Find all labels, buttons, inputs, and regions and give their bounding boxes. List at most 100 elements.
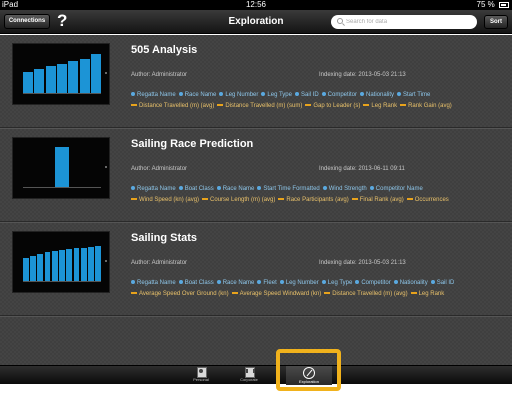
measure-chip: Distance Travelled (m) (avg) — [131, 103, 214, 109]
dataset-row-sailing-stats[interactable]: Sailing Stats Author: Administrator Inde… — [0, 223, 512, 316]
battery-percent: 75 % — [476, 0, 495, 9]
thumbnail-bar — [95, 245, 101, 282]
thumbnail-bar — [57, 63, 67, 94]
thumbnail-bar — [44, 251, 51, 282]
dataset-row-sailing-race-prediction[interactable]: Sailing Race Prediction Author: Administ… — [0, 129, 512, 222]
dimension-chip: Race Name — [217, 280, 255, 286]
measure-chip: Wind Speed (kn) (avg) — [131, 197, 199, 203]
thumbnail-bar — [34, 69, 45, 94]
thumbnail-bar — [80, 247, 87, 282]
page-title: Exploration — [228, 16, 284, 27]
dimension-chip: Race Name — [217, 186, 255, 192]
dimension-chip: Sail ID — [431, 280, 455, 286]
measure-chip: Occurrences — [407, 197, 449, 203]
tab-corporate[interactable]: Corporate — [228, 366, 270, 385]
dataset-title: Sailing Race Prediction — [131, 138, 254, 150]
dimension-chip: Nationality — [360, 92, 394, 98]
dimension-chip: Start Time Formatted — [257, 186, 319, 192]
measure-chip: Leg Rank — [411, 291, 445, 297]
thumbnail-bar — [68, 61, 79, 94]
dimension-chip: Regatta Name — [131, 186, 176, 192]
dataset-measures: Wind Speed (kn) (avg) Course Length (m) (… — [131, 195, 509, 205]
thumbnail-bar — [88, 246, 94, 282]
person-icon — [196, 367, 207, 378]
dimension-chip: Race Name — [179, 92, 217, 98]
measure-chip: Final Rank (avg) — [352, 197, 404, 203]
thumbnail-bar — [55, 147, 69, 188]
tab-label: Exploration — [298, 379, 319, 384]
measure-chip: Distance Travelled (m) (sum) — [217, 103, 302, 109]
dimension-chip: Leg Number — [219, 92, 258, 98]
dimension-chip: Competitor — [355, 280, 390, 286]
measure-chip: Average Speed Over Ground (kn) — [131, 291, 229, 297]
compass-icon — [303, 367, 315, 379]
thumbnail-marker — [105, 260, 107, 262]
status-bar: iPad 12:56 75 % — [0, 0, 512, 10]
dimension-chip: Boat Class — [179, 186, 214, 192]
thumbnail-bar — [91, 54, 101, 94]
thumbnail-chart — [23, 239, 101, 282]
dimension-chip: Sail ID — [295, 92, 319, 98]
battery-icon — [499, 2, 509, 8]
dataset-row-505-analysis[interactable]: 505 Analysis Author: Administrator Index… — [0, 35, 512, 128]
dimension-chip: Wind Strength — [323, 186, 367, 192]
corporate-icon — [244, 367, 255, 378]
dimension-chip: Leg Type — [322, 280, 353, 286]
dimension-chip: Regatta Name — [131, 92, 176, 98]
thumbnail-bar — [79, 58, 90, 94]
dimension-chip: Boat Class — [179, 280, 214, 286]
thumbnail-bar — [37, 253, 44, 282]
thumbnail-bar — [51, 251, 58, 282]
dimension-chip: Competitor — [322, 92, 357, 98]
thumbnail-bar — [45, 66, 56, 94]
tab-bar: Personal Corporate Exploration — [0, 365, 512, 385]
search-input[interactable] — [346, 15, 472, 29]
tab-exploration[interactable]: Exploration — [286, 366, 332, 385]
dataset-title: Sailing Stats — [131, 232, 198, 244]
dimension-chip: Leg Type — [261, 92, 292, 98]
dimension-chip: Start Time — [397, 92, 430, 98]
dataset-indexing-date: Indexing date: 2013-05-03 21:13 — [319, 72, 406, 78]
dataset-thumbnail — [12, 231, 110, 293]
thumbnail-bar — [23, 71, 33, 94]
thumbnail-axis — [23, 281, 101, 282]
tab-personal[interactable]: Personal — [180, 366, 222, 385]
dataset-dimensions: Regatta Name Race Name Leg Number Leg Type S… — [131, 90, 509, 100]
measure-chip: Rank Gain (avg) — [400, 103, 452, 109]
measure-chip: Course Length (m) (avg) — [202, 197, 275, 203]
dataset-indexing-date: Indexing date: 2013-05-03 21:13 — [319, 260, 406, 266]
measure-chip: Distance Travelled (m) (avg) — [324, 291, 407, 297]
dataset-author: Author: Administrator — [131, 260, 188, 266]
clock: 12:56 — [245, 0, 267, 9]
dataset-author: Author: Administrator — [131, 72, 188, 78]
dataset-measures: Average Speed Over Ground (kn) Average Sp… — [131, 289, 509, 299]
thumbnail-bar — [23, 258, 29, 282]
dataset-dimensions: Regatta Name Boat Class Race Name Start Tim… — [131, 184, 509, 194]
help-button[interactable]: ? — [57, 11, 67, 31]
dataset-measures: Distance Travelled (m) (avg) Distance Tra… — [131, 101, 509, 111]
search-field[interactable] — [331, 15, 477, 29]
sort-button[interactable]: Sort — [484, 15, 508, 29]
measure-chip: Average Speed Windward (kn) — [232, 291, 322, 297]
dimension-chip: Nationality — [394, 280, 428, 286]
thumbnail-marker — [105, 166, 107, 168]
dataset-list: 505 Analysis Author: Administrator Index… — [0, 35, 512, 365]
dimension-chip: Fleet — [257, 280, 276, 286]
dimension-chip: Regatta Name — [131, 280, 176, 286]
dimension-chip: Leg Number — [280, 280, 319, 286]
dataset-thumbnail — [12, 137, 110, 199]
dataset-title: 505 Analysis — [131, 44, 198, 56]
search-icon — [337, 18, 343, 24]
thumbnail-bar — [30, 256, 36, 282]
thumbnail-marker — [105, 72, 107, 74]
dataset-indexing-date: Indexing date: 2013-06-11 09:11 — [319, 166, 405, 172]
dataset-thumbnail — [12, 43, 110, 105]
nav-bar: Connections ? Exploration Sort — [0, 10, 512, 34]
thumbnail-bar — [59, 250, 65, 282]
thumbnail-axis — [23, 187, 101, 188]
dataset-dimensions: Regatta Name Boat Class Race Name Fleet Leg … — [131, 278, 509, 288]
measure-chip: Race Participants (avg) — [278, 197, 348, 203]
dataset-author: Author: Administrator — [131, 166, 188, 172]
thumbnail-bar — [73, 248, 80, 282]
connections-button[interactable]: Connections — [4, 14, 50, 29]
